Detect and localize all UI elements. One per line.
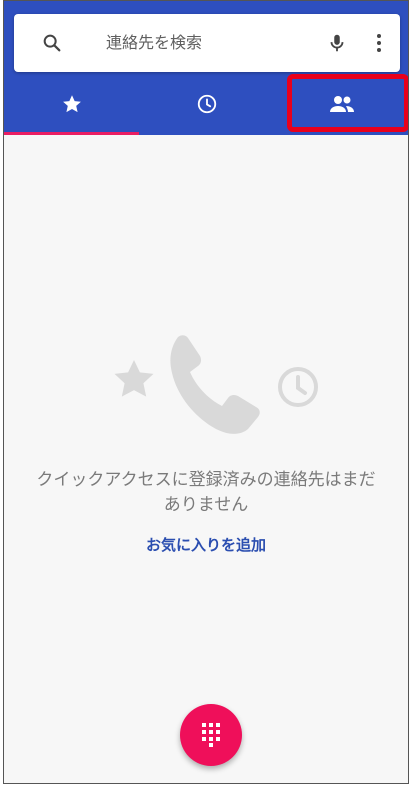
empty-message-line-2: ありません bbox=[163, 495, 249, 515]
app-header: 連絡先を検索 bbox=[4, 1, 408, 135]
search-icon[interactable] bbox=[34, 14, 70, 72]
empty-message-line-1: クイックアクセスに登録済みの連絡先はまだ bbox=[36, 470, 376, 490]
more-vert-icon[interactable] bbox=[364, 14, 394, 72]
search-placeholder[interactable]: 連絡先を検索 bbox=[106, 14, 202, 72]
tab-bar bbox=[4, 72, 408, 135]
phone-icon bbox=[170, 335, 260, 434]
dialpad-button[interactable] bbox=[180, 704, 242, 766]
dialpad-icon bbox=[202, 723, 220, 747]
search-bar[interactable]: 連絡先を検索 bbox=[14, 14, 400, 72]
star-icon bbox=[114, 360, 154, 397]
empty-state-illustration bbox=[114, 335, 318, 434]
add-favorites-link[interactable]: お気に入りを追加 bbox=[4, 534, 408, 555]
people-icon bbox=[329, 95, 354, 112]
tab-contacts[interactable] bbox=[274, 72, 408, 135]
clock-icon bbox=[197, 94, 216, 113]
selected-tab-indicator bbox=[4, 132, 139, 135]
mic-icon[interactable] bbox=[319, 14, 355, 72]
tab-favorites[interactable] bbox=[4, 72, 139, 135]
phone-screen: 連絡先を検索 クイックアクセスに登録済みの連絡先はまだ ありません お気に入りを… bbox=[3, 0, 409, 784]
empty-state-message: クイックアクセスに登録済みの連絡先はまだ ありません bbox=[4, 468, 408, 518]
tab-recents[interactable] bbox=[139, 72, 274, 135]
star-icon bbox=[62, 94, 81, 112]
